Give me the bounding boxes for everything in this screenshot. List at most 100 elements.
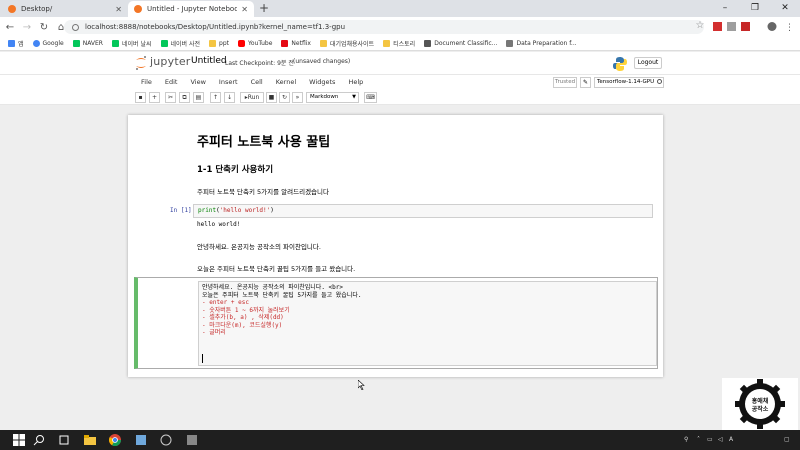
active-markdown-cell[interactable]: 안녕하세요. 온공지능 공작소의 파이찬입니다. <br> 오늘은 주피터 노트… xyxy=(134,277,658,369)
bookmark-item[interactable]: 네이버 날씨 xyxy=(111,39,152,48)
restart-icon[interactable]: ↻ xyxy=(279,92,290,103)
cell-type-select[interactable]: Markdown ▼ xyxy=(306,92,359,103)
task-view-icon[interactable] xyxy=(58,434,70,446)
markdown-paragraph: 안녕하세요. 온공지능 공작소의 파이찬입니다. xyxy=(197,243,321,251)
logout-button[interactable]: Logout xyxy=(634,57,662,69)
address-bar[interactable]: localhost:8888/notebooks/Desktop/Untitle… xyxy=(64,20,704,34)
menu-edit[interactable]: Edit xyxy=(165,78,178,86)
bookmark-item[interactable]: 네이버 사전 xyxy=(160,39,200,48)
maximize-icon[interactable]: ❐ xyxy=(740,0,770,17)
people-icon[interactable]: ⚲ xyxy=(684,436,688,443)
jupyter-brand[interactable]: jupyter xyxy=(150,55,191,68)
search-icon[interactable] xyxy=(33,434,45,446)
extension-icon[interactable] xyxy=(713,22,722,31)
browser-tab-strip: Desktop/ ✕ Untitled - Jupyter Notebook ✕… xyxy=(0,0,800,17)
menu-kernel[interactable]: Kernel xyxy=(276,78,296,86)
new-tab-button[interactable]: + xyxy=(259,1,269,15)
editor-line: - 셀추가(b, a) , 삭제(dd) xyxy=(202,314,284,321)
close-icon[interactable]: ✕ xyxy=(115,5,122,14)
menu-dots-icon[interactable]: ⋮ xyxy=(785,23,793,33)
jupyter-logo-icon[interactable] xyxy=(134,55,148,71)
tab-desktop[interactable]: Desktop/ ✕ xyxy=(2,1,128,17)
netflix-icon xyxy=(281,40,289,47)
bookmark-item[interactable]: 티스토리 xyxy=(383,39,415,48)
notebook-container: 주피터 노트북 사용 꿀팁 1-1 단축키 사용하기 주피터 노트북 단축키 5… xyxy=(128,115,663,377)
stop-icon[interactable]: ■ xyxy=(266,92,277,103)
menu-widgets[interactable]: Widgets xyxy=(309,78,335,86)
extension-icon[interactable] xyxy=(741,22,750,31)
bookmark-item[interactable]: Document Classific... xyxy=(424,40,497,47)
mouse-cursor-icon xyxy=(358,380,365,390)
menu-view[interactable]: View xyxy=(190,78,205,86)
file-explorer-icon[interactable] xyxy=(84,434,96,446)
move-down-icon[interactable]: ↓ xyxy=(224,92,235,103)
menu-insert[interactable]: Insert xyxy=(219,78,238,86)
back-icon[interactable]: ← xyxy=(3,22,17,33)
windows-start-icon[interactable] xyxy=(13,434,25,446)
bookmark-item[interactable]: 앱 xyxy=(8,39,24,48)
chevron-up-icon[interactable]: ˄ xyxy=(697,436,700,443)
notification-icon[interactable]: ▢ xyxy=(784,436,790,443)
forward-icon[interactable]: → xyxy=(20,22,34,33)
copy-icon[interactable]: ⧉ xyxy=(179,92,190,103)
markdown-paragraph: 오늘은 주피터 노트북 단축키 꿀팁 5가지를 들고 왔습니다. xyxy=(197,265,356,273)
app-icon[interactable] xyxy=(160,434,172,446)
unsaved-indicator: (unsaved changes) xyxy=(293,58,351,65)
bookmark-item[interactable]: 대기업채용사이트 xyxy=(319,39,374,48)
keyboard-icon[interactable]: ⌨ xyxy=(364,92,377,103)
paste-icon[interactable]: ▤ xyxy=(193,92,204,103)
checkpoint-status: Last Checkpoint: 9분 전 xyxy=(225,60,294,67)
bookmark-item[interactable]: NAVER xyxy=(72,40,103,47)
document-icon xyxy=(424,40,432,47)
app-icon[interactable] xyxy=(186,434,198,446)
run-button[interactable]: ▸Run xyxy=(240,92,264,103)
menu-file[interactable]: File xyxy=(141,78,152,86)
minimize-icon[interactable]: – xyxy=(710,0,740,17)
jupyter-header: jupyter Untitled Last Checkpoint: 9분 전 (… xyxy=(0,52,800,74)
close-window-icon[interactable]: ✕ xyxy=(770,0,800,17)
bookmark-item[interactable]: Netflix xyxy=(281,40,311,47)
move-up-icon[interactable]: ↑ xyxy=(210,92,221,103)
folder-icon xyxy=(209,40,217,47)
markdown-editor[interactable]: 안녕하세요. 온공지능 공작소의 파이찬입니다. <br> 오늘은 주피터 노트… xyxy=(198,281,657,366)
cut-icon[interactable]: ✂ xyxy=(165,92,176,103)
kernel-status-icon xyxy=(657,79,663,84)
reload-icon[interactable]: ↻ xyxy=(37,22,51,33)
bookmarks-bar: 앱 Google NAVER 네이버 날씨 네이버 사전 ppt YouTube… xyxy=(0,37,800,51)
gear-logo-icon: 홍애채 공작소 xyxy=(735,379,785,429)
tab-untitled[interactable]: Untitled - Jupyter Notebook ✕ xyxy=(128,1,254,17)
info-icon[interactable] xyxy=(72,23,79,31)
menu-items: File Edit View Insert Cell Kernel Widget… xyxy=(141,78,363,86)
save-icon[interactable]: ▪ xyxy=(135,92,146,103)
folder-icon xyxy=(319,40,327,47)
volume-icon[interactable]: ◁ xyxy=(718,436,723,443)
add-cell-icon[interactable]: + xyxy=(149,92,160,103)
chrome-icon[interactable] xyxy=(109,434,121,446)
ime-indicator[interactable]: A xyxy=(729,436,733,443)
jupyter-favicon-icon xyxy=(134,5,142,13)
menu-help[interactable]: Help xyxy=(348,78,363,86)
profile-avatar[interactable] xyxy=(767,22,777,31)
watermark-badge: 홍애채 공작소 xyxy=(722,378,798,430)
bookmark-label: Google xyxy=(42,40,64,47)
editor-line: 안녕하세요. 온공지능 공작소의 파이찬입니다. <br> xyxy=(202,284,344,291)
notebook-name[interactable]: Untitled xyxy=(191,56,227,66)
menu-cell[interactable]: Cell xyxy=(251,78,263,86)
python-logo-icon xyxy=(613,57,627,71)
code-cell-input[interactable]: print('hello world!') xyxy=(193,204,653,218)
bookmark-item[interactable]: Data Preparation f... xyxy=(506,40,577,47)
bookmark-item[interactable]: Google xyxy=(32,40,64,47)
star-icon[interactable]: ☆ xyxy=(693,20,707,31)
pencil-icon[interactable]: ✎ xyxy=(580,77,591,88)
close-icon[interactable]: ✕ xyxy=(241,5,248,14)
bookmark-item[interactable]: ppt xyxy=(209,40,229,47)
bookmark-label: 티스토리 xyxy=(393,41,416,48)
bookmark-item[interactable]: YouTube xyxy=(238,40,272,47)
url-text: localhost:8888/notebooks/Desktop/Untitle… xyxy=(85,23,346,31)
app-icon[interactable] xyxy=(135,434,147,446)
trusted-indicator[interactable]: Trusted xyxy=(553,77,577,88)
extension-icon[interactable] xyxy=(727,22,736,31)
fast-forward-icon[interactable]: » xyxy=(292,92,303,103)
editor-line: - enter + esc xyxy=(202,299,249,306)
network-icon[interactable]: ▭ xyxy=(707,436,713,443)
